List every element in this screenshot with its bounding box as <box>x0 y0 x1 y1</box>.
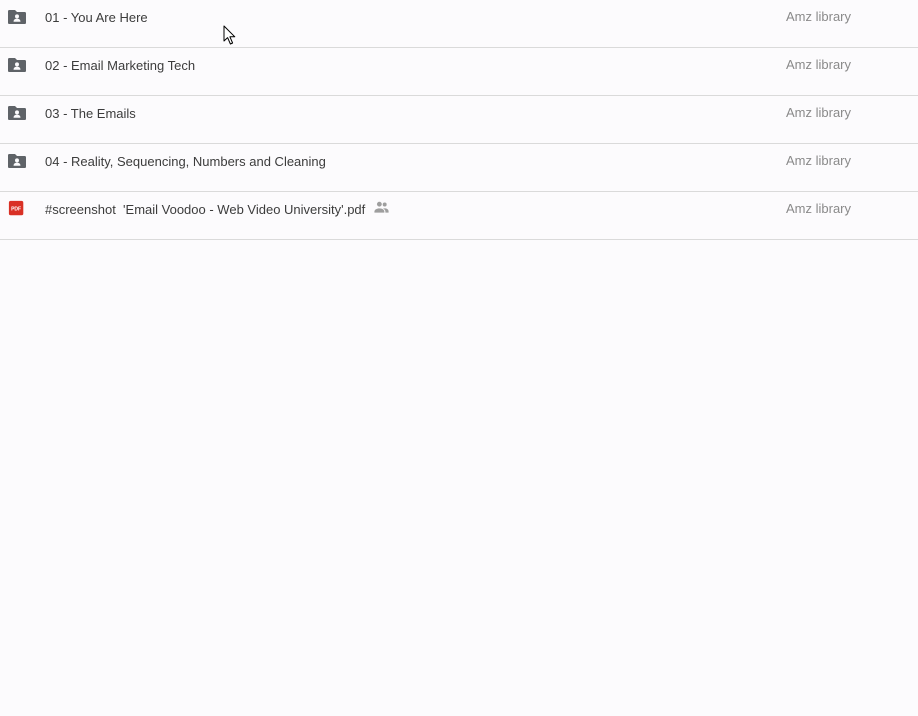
pdf-icon-label: PDF <box>11 207 21 213</box>
file-owner: Amz library <box>786 105 852 120</box>
file-name[interactable]: 03 - The Emails <box>45 106 136 122</box>
file-row-folder-03[interactable]: 03 - The Emails Amz library <box>0 96 918 144</box>
file-name[interactable]: 01 - You Are Here <box>45 10 148 26</box>
file-row-folder-01[interactable]: 01 - You Are Here Amz library <box>0 0 918 48</box>
file-list: 01 - You Are Here Amz library 02 - Email… <box>0 0 918 240</box>
mouse-cursor-icon <box>223 25 236 45</box>
file-row-folder-04[interactable]: 04 - Reality, Sequencing, Numbers and Cl… <box>0 144 918 192</box>
shared-folder-icon <box>8 58 27 72</box>
file-owner: Amz library <box>786 201 852 216</box>
file-name[interactable]: 04 - Reality, Sequencing, Numbers and Cl… <box>45 154 326 170</box>
shared-people-icon <box>374 201 389 213</box>
file-name[interactable]: 02 - Email Marketing Tech <box>45 58 195 74</box>
shared-folder-icon <box>8 154 27 168</box>
shared-folder-icon <box>8 106 27 120</box>
file-row-pdf[interactable]: PDF #screenshot 'Email Voodoo - Web Vide… <box>0 192 918 240</box>
file-owner: Amz library <box>786 153 852 168</box>
pdf-file-icon: PDF <box>8 200 24 216</box>
shared-folder-icon <box>8 10 27 24</box>
file-name[interactable]: #screenshot 'Email Voodoo - Web Video Un… <box>45 202 365 218</box>
file-owner: Amz library <box>786 9 852 24</box>
file-owner: Amz library <box>786 57 852 72</box>
file-row-folder-02[interactable]: 02 - Email Marketing Tech Amz library <box>0 48 918 96</box>
